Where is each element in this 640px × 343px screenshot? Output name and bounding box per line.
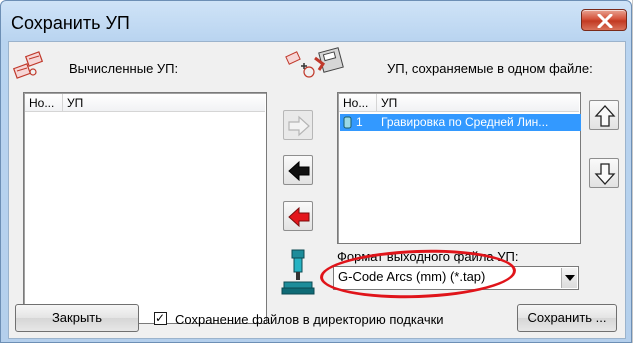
- swap-directory-label: Сохранение файлов в директорию подкачки: [175, 312, 444, 327]
- add-toolpath-button[interactable]: [283, 110, 313, 140]
- list-header: Но... УП: [339, 94, 579, 112]
- calculated-toolpaths-label: Вычисленные УП:: [69, 61, 179, 76]
- move-up-button[interactable]: [589, 100, 619, 130]
- list-item[interactable]: 1 Гравировка по Средней Лин...: [340, 114, 581, 131]
- arrow-up-icon: [594, 105, 616, 127]
- machine-post-icon: [281, 249, 315, 295]
- toolpaths-in-one-file-label: УП, сохраняемые в одном файле:: [387, 61, 593, 76]
- save-button[interactable]: Сохранить ...: [517, 304, 617, 332]
- close-icon: [597, 14, 613, 28]
- arrow-right-icon: [288, 115, 310, 137]
- column-header-number[interactable]: Но...: [339, 94, 377, 112]
- move-down-button[interactable]: [589, 158, 619, 188]
- background-window-edge: [632, 0, 640, 343]
- column-header-toolpath[interactable]: УП: [377, 94, 579, 112]
- title-bar[interactable]: Сохранить УП: [1, 1, 633, 45]
- remove-toolpath-button[interactable]: [283, 155, 313, 185]
- arrow-left-red-icon: [288, 206, 310, 228]
- list-header: Но... УП: [25, 94, 265, 112]
- arrow-down-icon: [594, 163, 616, 185]
- close-window-button[interactable]: [581, 9, 627, 31]
- window-title: Сохранить УП: [11, 13, 130, 33]
- close-button[interactable]: Закрыть: [15, 304, 139, 332]
- swap-directory-checkbox[interactable]: ✓: [154, 311, 167, 325]
- arrow-left-icon: [288, 160, 310, 182]
- chevron-down-icon: [565, 275, 575, 281]
- column-header-toolpath[interactable]: УП: [63, 94, 265, 112]
- toolpaths-to-save-list[interactable]: Но... УП 1 Гравировка по Средней Лин...: [337, 92, 581, 244]
- dialog-body: Вычисленные УП: Но... УП УП, сохраняемые…: [8, 41, 626, 339]
- calculated-toolpaths-list[interactable]: Но... УП: [23, 92, 267, 324]
- toolpath-tool-icon: [343, 116, 352, 129]
- dialog-window: Сохранить УП Вычисленные УП: Но... УП УП…: [0, 0, 632, 343]
- remove-all-toolpaths-button[interactable]: [283, 201, 313, 231]
- save-toolpath-to-file-icon: [285, 47, 344, 78]
- checkmark-icon: ✓: [155, 311, 166, 325]
- dropdown-button[interactable]: [561, 268, 577, 288]
- column-header-number[interactable]: Но...: [25, 94, 63, 112]
- toolpath-number: 1: [356, 115, 363, 129]
- toolpath-list-icon: [13, 51, 44, 79]
- toolpath-name: Гравировка по Средней Лин...: [381, 115, 549, 129]
